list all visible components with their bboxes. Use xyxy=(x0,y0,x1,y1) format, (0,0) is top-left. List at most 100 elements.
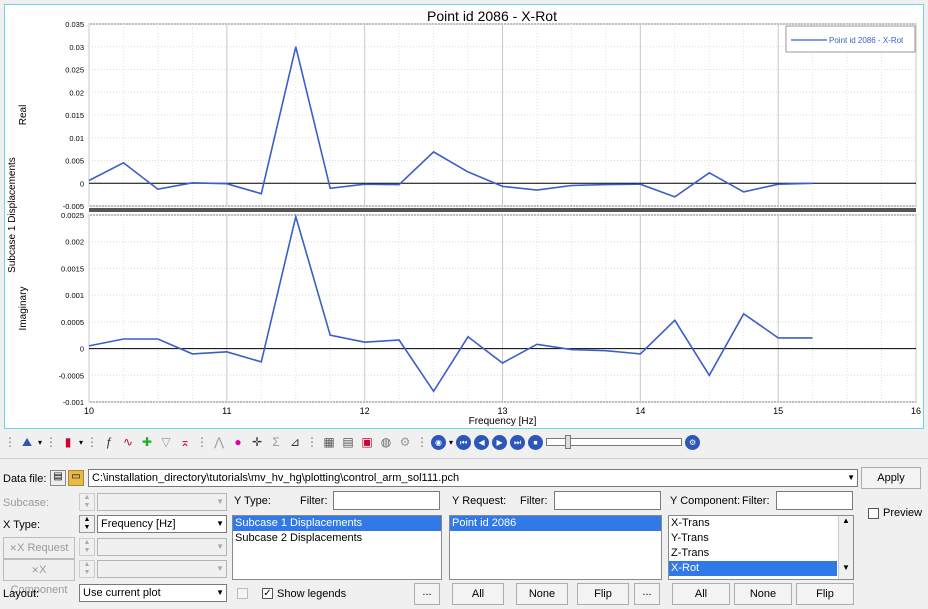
separator xyxy=(0,458,928,459)
ytype-more-button[interactable]: ... xyxy=(414,583,440,605)
plot-canvas: Point id 2086 - X-Rot Subcase 1 Displace… xyxy=(7,8,921,427)
chart-type-icon[interactable]: ⛰ xyxy=(19,434,35,450)
animation-mode-icon[interactable]: ◉ xyxy=(431,434,447,450)
x-tick-label: 12 xyxy=(360,406,370,416)
ytype-label: Y Type: xyxy=(234,495,271,507)
plot-window[interactable]: Point id 2086 - X-Rot Subcase 1 Displace… xyxy=(4,4,924,429)
toolbar-grip: ⋮ xyxy=(196,435,209,449)
y-tick-label: 0.025 xyxy=(65,66,84,75)
step-back-icon[interactable]: ◀ xyxy=(474,434,490,450)
xtype-select[interactable]: Frequency [Hz] ▼ xyxy=(97,515,227,533)
yrequest-more-button[interactable]: ... xyxy=(634,583,660,605)
chevron-down-icon[interactable]: ▾ xyxy=(38,438,42,447)
y-tick-label: 0.0025 xyxy=(61,211,84,220)
datafile-input[interactable]: C:\installation_directory\tutorials\mv_h… xyxy=(88,469,858,487)
chevron-down-icon: ▼ xyxy=(216,497,224,506)
y-tick-label: 0.02 xyxy=(69,88,84,97)
xrequest-select: ▼ xyxy=(97,538,227,556)
list-item[interactable]: Subcase 2 Displacements xyxy=(233,531,441,546)
checkbox-disabled xyxy=(237,588,248,599)
curve-math-icon[interactable]: ƒ xyxy=(101,434,117,450)
layout-label: Layout: xyxy=(3,588,40,600)
ycomponent-filter-label: Filter: xyxy=(742,495,770,507)
table-icon[interactable]: ▤ xyxy=(340,434,356,450)
yrequest-none-button[interactable]: None xyxy=(516,583,568,605)
yrequest-filter-input[interactable] xyxy=(554,491,661,510)
ytype-filter-input[interactable] xyxy=(333,491,440,510)
ytype-list[interactable]: Subcase 1 Displacements Subcase 2 Displa… xyxy=(232,515,442,580)
yrequest-filter-label: Filter: xyxy=(520,495,548,507)
outer-y-label: Subcase 1 Displacements xyxy=(7,157,18,273)
preview-label: Preview xyxy=(883,507,923,519)
chevron-down-icon[interactable]: ▾ xyxy=(79,438,83,447)
yrequest-label: Y Request: xyxy=(452,495,507,507)
list-item[interactable]: Y-Trans xyxy=(669,531,853,546)
chevron-down-icon[interactable]: ▼ xyxy=(216,585,224,601)
color-wheel-icon[interactable]: ● xyxy=(230,434,246,450)
list-item[interactable]: Z-Trans xyxy=(669,546,853,561)
axis-icon[interactable]: ⊿ xyxy=(287,434,303,450)
yrequest-list[interactable]: Point id 2086 xyxy=(449,515,662,580)
subplot-divider xyxy=(89,208,916,212)
preview-checkbox[interactable] xyxy=(868,508,879,519)
y-tick-label: 0.03 xyxy=(69,43,84,52)
y-tick-label: 0.0005 xyxy=(61,318,84,327)
note-icon[interactable]: ◍ xyxy=(378,434,394,450)
ycomponent-flip-button[interactable]: Flip xyxy=(796,583,854,605)
real-subplot: -0.005 0 0.005 0.01 0.015 0.02 0.025 0.03 0.035 R… xyxy=(18,20,917,211)
play-icon[interactable]: ▶ xyxy=(492,434,508,450)
list-item[interactable]: Subcase 1 Displacements xyxy=(233,516,441,531)
ycomponent-list[interactable]: X-Trans Y-Trans Z-Trans X-Rot ▲ ▼ xyxy=(668,515,854,580)
list-item[interactable]: Point id 2086 xyxy=(450,516,661,531)
layout-select[interactable]: Use current plot ▼ xyxy=(79,584,227,602)
y-tick-label: -0.005 xyxy=(63,202,84,211)
legend-label: Point id 2086 - X-Rot xyxy=(829,36,904,45)
file-browse-icon[interactable]: ▤ xyxy=(50,470,66,486)
subcase-select: ▼ xyxy=(97,493,227,511)
cut-icon[interactable]: ⌅ xyxy=(177,434,193,450)
layout-value: Use current plot xyxy=(83,587,161,599)
x-tick-label: 11 xyxy=(222,406,231,416)
chevron-down-icon[interactable]: ▼ xyxy=(216,516,224,532)
xcomponent-button: ✕X Component xyxy=(3,559,75,596)
curve-edit-icon[interactable]: ∿ xyxy=(120,434,136,450)
xcomponent-spinner: ▲ ▼ xyxy=(79,560,95,578)
xrequest-label: X Request xyxy=(17,542,69,554)
y-tick-label: 0.001 xyxy=(65,291,84,300)
apply-button[interactable]: Apply xyxy=(861,467,921,489)
xtype-spinner[interactable]: ▲ ▼ xyxy=(79,515,95,533)
bar-chart-icon[interactable]: ▮ xyxy=(60,434,76,450)
folder-open-icon[interactable]: ▭ xyxy=(68,470,84,486)
yrequest-flip-button[interactable]: Flip xyxy=(577,583,629,605)
y-tick-label: 0.01 xyxy=(69,134,84,143)
show-legends-checkbox[interactable]: ✓ xyxy=(262,588,273,599)
grid-icon[interactable]: ▦ xyxy=(321,434,337,450)
ycomponent-all-button[interactable]: All xyxy=(672,583,730,605)
add-curve-icon[interactable]: ✚ xyxy=(139,434,155,450)
show-legends-label: Show legends xyxy=(277,588,347,600)
xtype-value: Frequency [Hz] xyxy=(101,518,176,530)
xrequest-spinner: ▲ ▼ xyxy=(79,538,95,556)
chevron-down-icon[interactable]: ▼ xyxy=(847,470,855,486)
animation-slider[interactable] xyxy=(546,435,683,449)
list-item[interactable]: X-Rot xyxy=(669,561,837,576)
ycomponent-filter-input[interactable] xyxy=(776,491,853,510)
ycomponent-none-button[interactable]: None xyxy=(734,583,792,605)
ytype-filter-label: Filter: xyxy=(300,495,328,507)
export-icon[interactable]: ▣ xyxy=(359,434,375,450)
toolbar-grip: ⋮ xyxy=(45,435,58,449)
animation-settings-icon[interactable]: ⚙ xyxy=(685,434,701,450)
datafile-value: C:\installation_directory\tutorials\mv_h… xyxy=(92,472,460,484)
ycomponent-scrollbar[interactable]: ▲ ▼ xyxy=(838,516,853,579)
y-tick-label: 0 xyxy=(80,179,84,188)
datafile-label: Data file: xyxy=(3,473,47,485)
chevron-down-icon[interactable]: ▾ xyxy=(449,438,453,447)
step-forward-icon[interactable]: ⏭ xyxy=(510,434,526,450)
end-icon[interactable]: ⏹ xyxy=(528,434,544,450)
rewind-start-icon[interactable]: ⏮ xyxy=(456,434,472,450)
crosshair-icon[interactable]: ✛ xyxy=(249,434,265,450)
list-item[interactable]: X-Trans xyxy=(669,516,853,531)
y-tick-label: -0.0005 xyxy=(59,371,84,380)
yrequest-all-button[interactable]: All xyxy=(452,583,504,605)
toolbar-grip: ⋮ xyxy=(306,435,319,449)
